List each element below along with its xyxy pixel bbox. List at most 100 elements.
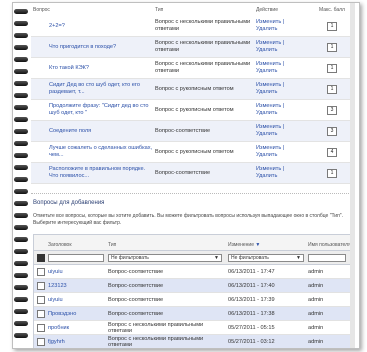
question-link[interactable]: Лучше сожалеть о сделанных ошибках, чем.… — [33, 145, 155, 159]
table-row[interactable]: пробник Вопрос с несколькими правильными… — [34, 321, 352, 335]
delete-link[interactable]: Удалить — [256, 47, 311, 54]
table-row[interactable]: Провэдэно Вопрос-соответствие 06/13/2011… — [34, 307, 352, 321]
max-score-input[interactable]: 3 — [327, 105, 337, 115]
max-score-input[interactable]: 1 — [327, 63, 337, 73]
edit-link[interactable]: Изменить | — [256, 145, 311, 152]
row-title[interactable]: Провэдэно — [48, 311, 108, 317]
header-title[interactable]: Заголовок — [48, 242, 108, 248]
delete-link[interactable]: Удалить — [256, 26, 311, 33]
binding-ring — [14, 57, 28, 62]
type-filter-value: Не фильтровать — [111, 254, 149, 261]
row-type: Вопрос-соответствие — [108, 282, 164, 289]
row-title[interactable]: пробник — [48, 325, 108, 331]
page-scrollbar[interactable] — [350, 3, 355, 348]
row-checkbox[interactable] — [37, 337, 45, 346]
question-actions: Изменить | Удалить — [256, 82, 311, 96]
row-checkbox[interactable] — [37, 309, 45, 318]
binding-ring — [14, 117, 28, 122]
question-link[interactable]: Сидит Дед во сто шуб одет, кто его разде… — [33, 82, 155, 96]
table-row[interactable]: fjgyhrh Вопрос с несколькими правильными… — [34, 335, 352, 348]
binding-ring — [14, 237, 28, 242]
title-filter-input[interactable] — [48, 253, 104, 262]
row-date: 06/13/2011 - 17:40 — [228, 282, 275, 289]
row-type: Вопрос-соответствие — [108, 310, 164, 317]
row-user: admin — [308, 282, 324, 289]
edit-link[interactable]: Изменить | — [256, 19, 311, 26]
row-checkbox[interactable] — [37, 323, 45, 332]
user-filter-input[interactable] — [308, 253, 346, 262]
question-actions: Изменить | Удалить — [256, 166, 311, 180]
row-title[interactable]: uiyuiu — [48, 297, 108, 303]
question-link[interactable]: Кто такой КЭК? — [33, 65, 155, 72]
question-link[interactable]: Что пригодится в походе? — [33, 44, 155, 51]
header-type: Тип — [155, 7, 164, 13]
question-type: Вопрос с рукописным ответом — [155, 85, 234, 92]
question-actions: Изменить | Удалить — [256, 145, 311, 159]
question-type: Вопрос с несколькими правильными ответам… — [155, 61, 251, 74]
select-all-checkbox[interactable] — [37, 253, 45, 262]
delete-link[interactable]: Удалить — [256, 89, 311, 96]
delete-link[interactable]: Удалить — [256, 131, 311, 138]
question-type: Вопрос-соответствие — [155, 127, 211, 134]
chevron-down-icon: ▼ — [296, 254, 301, 261]
row-checkbox[interactable] — [37, 281, 45, 290]
header-modified-label: Изменение — [228, 242, 254, 248]
question-type: Вопрос с рукописным ответом — [155, 106, 234, 113]
binding-ring — [14, 81, 28, 86]
row-user: admin — [308, 338, 324, 345]
header-type[interactable]: Тип — [108, 242, 228, 248]
table-row[interactable]: 123123 Вопрос-соответствие 06/13/2011 - … — [34, 279, 352, 293]
delete-link[interactable]: Удалить — [256, 68, 311, 75]
row-checkbox[interactable] — [37, 295, 45, 304]
row-user: admin — [308, 324, 324, 331]
filter-row: Не фильтровать ▼ Не фильтровать ▼ — [34, 251, 352, 265]
binding-ring — [14, 333, 28, 338]
row-date: 06/13/2011 - 17:47 — [228, 268, 275, 275]
question-row: Продолжите фразу: "Сидит дед во сто шуб … — [31, 100, 353, 121]
edit-link[interactable]: Изменить | — [256, 61, 311, 68]
question-actions: Изменить | Удалить — [256, 19, 311, 33]
binding-ring — [14, 225, 28, 230]
question-link[interactable]: Расположите в правильном порядке. Что по… — [33, 166, 155, 180]
question-link[interactable]: Продолжите фразу: "Сидит дед во сто шуб … — [33, 103, 155, 117]
edit-link[interactable]: Изменить | — [256, 40, 311, 47]
binding-ring — [14, 93, 28, 98]
delete-link[interactable]: Удалить — [256, 173, 311, 180]
binding-ring — [14, 309, 28, 314]
max-score-input[interactable]: 1 — [327, 42, 337, 52]
question-row: Что пригодится в походе? Вопрос с нескол… — [31, 37, 353, 58]
binding-ring — [14, 33, 28, 38]
question-link[interactable]: 2+2=? — [33, 23, 155, 30]
question-type: Вопрос с рукописным ответом — [155, 148, 234, 155]
type-filter-select[interactable]: Не фильтровать ▼ — [108, 253, 222, 262]
edit-link[interactable]: Изменить | — [256, 82, 311, 89]
row-title[interactable]: 123123 — [48, 283, 108, 289]
max-score-input[interactable]: 4 — [327, 147, 337, 157]
delete-link[interactable]: Удалить — [256, 110, 311, 117]
binding-ring — [14, 189, 28, 194]
header-user[interactable]: Имя пользователя — [308, 242, 352, 248]
row-title[interactable]: uiyuiu — [48, 269, 108, 275]
row-user: admin — [308, 296, 324, 303]
max-score-input[interactable]: 1 — [327, 168, 337, 178]
header-max-score: Макс. балл — [319, 7, 345, 13]
date-filter-select[interactable]: Не фильтровать ▼ — [228, 253, 304, 262]
questions-to-add-grid: Заголовок Тип Изменение ▼ Имя пользовате… — [33, 234, 353, 348]
edit-link[interactable]: Изменить | — [256, 124, 311, 131]
binding-ring — [14, 45, 28, 50]
max-score-input[interactable]: 1 — [327, 84, 337, 94]
row-title[interactable]: fjgyhrh — [48, 339, 108, 345]
delete-link[interactable]: Удалить — [256, 152, 311, 159]
max-score-input[interactable]: 1 — [327, 21, 337, 31]
question-type: Вопрос с несколькими правильными ответам… — [155, 40, 251, 53]
row-type: Вопрос-соответствие — [108, 296, 164, 303]
max-score-input[interactable]: 3 — [327, 126, 337, 136]
binding-ring — [14, 177, 28, 182]
row-checkbox[interactable] — [37, 267, 45, 276]
question-link[interactable]: Соедените поля — [33, 128, 155, 135]
header-modified[interactable]: Изменение ▼ — [228, 242, 308, 248]
table-row[interactable]: uiyuiu Вопрос-соответствие 06/13/2011 - … — [34, 265, 352, 279]
edit-link[interactable]: Изменить | — [256, 103, 311, 110]
edit-link[interactable]: Изменить | — [256, 166, 311, 173]
table-row[interactable]: uiyuiu Вопрос-соответствие 06/13/2011 - … — [34, 293, 352, 307]
